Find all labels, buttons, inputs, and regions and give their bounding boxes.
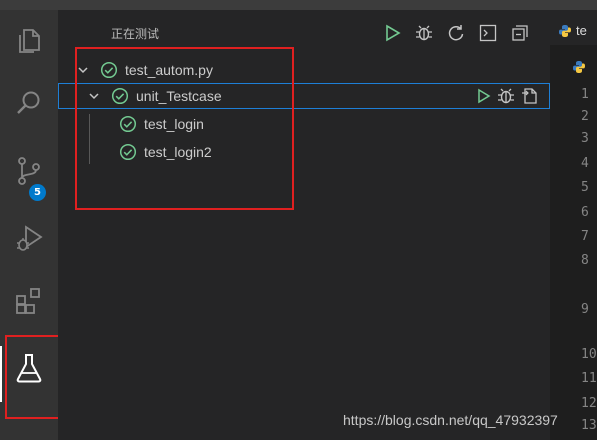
run-debug-icon[interactable] [0, 207, 58, 269]
watermark: https://blog.csdn.net/qq_47932397 [343, 412, 558, 428]
line-number: 5 [581, 180, 589, 195]
line-number: 10 [581, 347, 597, 362]
title-bar [0, 0, 597, 10]
line-number: 8 [581, 253, 589, 268]
inline-actions [475, 84, 539, 110]
line-number: 4 [581, 156, 589, 171]
line-number: 13 [581, 418, 597, 433]
sidebar-title: 正在测试 [111, 27, 160, 41]
source-control-badge: 5 [29, 184, 46, 201]
line-number: 9 [581, 302, 589, 317]
editor-tabs: te [550, 10, 597, 45]
run-test-button[interactable] [475, 88, 491, 107]
collapse-all-button[interactable] [508, 22, 532, 44]
line-number: 11 [581, 371, 597, 386]
line-number: 2 [581, 109, 589, 124]
go-to-test-button[interactable] [521, 87, 539, 108]
search-icon[interactable] [0, 72, 58, 134]
line-number: 3 [581, 131, 589, 146]
debug-all-tests-button[interactable] [412, 22, 436, 44]
python-icon [573, 61, 585, 73]
tab-label: te [576, 23, 587, 38]
run-all-tests-button[interactable] [380, 22, 404, 44]
debug-test-button[interactable] [497, 87, 515, 108]
play-icon [478, 88, 491, 103]
go-to-file-icon [522, 87, 537, 104]
extensions-icon[interactable] [0, 270, 58, 332]
line-number: 1 [581, 87, 589, 102]
line-number: 6 [581, 205, 589, 220]
editor-area: te 1 2 3 4 5 6 7 8 9 10 11 12 13 [550, 10, 597, 440]
debug-icon [416, 25, 432, 41]
editor-tab[interactable]: te [558, 23, 587, 38]
debug-icon [498, 88, 514, 103]
line-number: 12 [581, 396, 597, 411]
python-icon [559, 24, 571, 37]
line-number: 7 [581, 229, 589, 244]
collapse-all-icon [512, 25, 528, 41]
sidebar-toolbar [380, 22, 532, 44]
explorer-icon[interactable] [0, 10, 58, 72]
terminal-icon [479, 24, 497, 42]
show-output-button[interactable] [476, 22, 500, 44]
play-icon [386, 24, 401, 42]
test-tree-highlight [75, 47, 294, 210]
refresh-tests-button[interactable] [444, 22, 468, 44]
refresh-icon [448, 25, 464, 41]
